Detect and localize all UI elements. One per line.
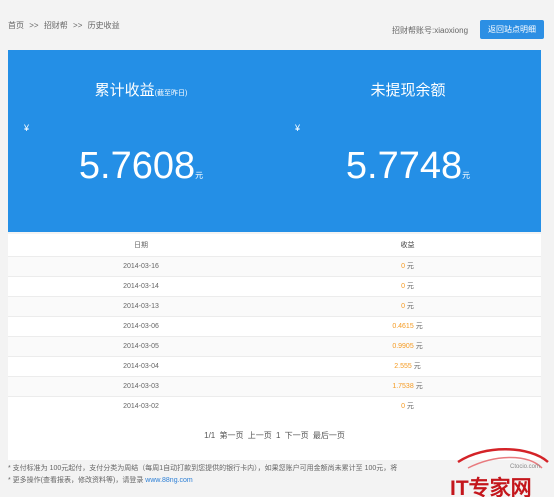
row-date: 2014-03-02	[8, 395, 274, 416]
row-income: 0 元	[274, 395, 541, 416]
breadcrumb: 首页 >> 招财帮 >> 历史收益	[8, 20, 123, 31]
breadcrumb-separator: >>	[29, 21, 39, 30]
table-row: 2014-03-14 0 元	[8, 275, 541, 296]
income-unit: 元	[413, 363, 421, 370]
cumulative-earnings-value: 5.7608	[78, 145, 196, 187]
breadcrumb-zhaocaibang[interactable]: 招财帮	[44, 21, 68, 30]
table-header-row: 日期 收益	[8, 234, 541, 256]
table-row: 2014-03-04 2.555 元	[8, 355, 541, 376]
current-page[interactable]: 1	[276, 431, 280, 440]
amount-unit: 元	[195, 171, 204, 180]
row-date: 2014-03-04	[8, 355, 274, 376]
cumulative-earnings-label: 累计收益	[94, 82, 155, 99]
breadcrumb-current: 历史收益	[87, 21, 120, 30]
income-value: 0	[401, 263, 405, 270]
income-value: 0.4615	[392, 323, 414, 330]
yuan-icon: ¥	[24, 123, 30, 133]
table-row: 2014-03-03 1.7538 元	[8, 375, 541, 396]
income-unit: 元	[406, 403, 414, 411]
row-income: 1.7538 元	[274, 375, 541, 396]
row-date: 2014-03-03	[8, 375, 274, 396]
income-value: 0	[401, 283, 405, 290]
row-date: 2014-03-16	[8, 255, 274, 276]
unwithdrawn-balance-amount: 5.7748元	[275, 145, 541, 188]
first-page-link[interactable]: 第一页	[219, 431, 243, 440]
prev-page-link[interactable]: 上一页	[248, 431, 272, 440]
income-unit: 元	[415, 323, 423, 330]
row-income: 2.555 元	[274, 355, 541, 376]
cumulative-earnings-amount: 5.7608元	[8, 145, 274, 188]
row-income: 0.4615 元	[274, 315, 541, 336]
last-page-link[interactable]: 最后一页	[313, 431, 345, 440]
income-unit: 元	[406, 263, 414, 270]
income-value: 2.555	[394, 363, 412, 370]
unwithdrawn-balance-title: 未提现余额	[370, 82, 446, 99]
back-to-site-details-button[interactable]: 返回站点明细	[480, 20, 544, 39]
table-row: 2014-03-02 0 元	[8, 395, 541, 416]
breadcrumb-separator: >>	[73, 21, 83, 30]
income-value: 0.9905	[392, 343, 414, 350]
earnings-history-table: 日期 收益 2014-03-16 0 元 2014-03-14 0 元 2014…	[8, 234, 541, 460]
row-income: 0 元	[274, 275, 541, 296]
income-unit: 元	[415, 343, 423, 350]
row-income: 0 元	[274, 255, 541, 276]
income-value: 0	[401, 303, 405, 310]
site-link[interactable]: www.88ng.com	[145, 477, 192, 484]
account-label: 招财帮账号:xiaoxiong	[392, 26, 469, 35]
amount-unit: 元	[462, 171, 471, 180]
income-unit: 元	[415, 383, 423, 390]
row-income: 0 元	[274, 295, 541, 316]
date-column-header: 日期	[134, 241, 148, 249]
watermark-logo: Ctocio.com IT专家网	[430, 438, 554, 497]
cumulative-earnings-panel: 累计收益(截至昨日) ¥ 5.7608元	[8, 50, 274, 232]
row-income: 0.9905 元	[274, 335, 541, 356]
cumulative-earnings-title: 累计收益(截至昨日)	[8, 79, 274, 100]
table-row: 2014-03-16 0 元	[8, 255, 541, 276]
yuan-icon: ¥	[295, 123, 301, 133]
table-row: 2014-03-13 0 元	[8, 295, 541, 316]
row-date: 2014-03-14	[8, 275, 274, 296]
watermark-sub: Ctocio.com	[510, 464, 541, 470]
unwithdrawn-balance-panel: 未提现余额 ¥ 5.7748元	[275, 50, 541, 232]
unwithdrawn-balance-value: 5.7748	[345, 145, 463, 187]
earnings-summary: 累计收益(截至昨日) ¥ 5.7608元 未提现余额 ¥ 5.7748元	[8, 50, 541, 232]
income-unit: 元	[406, 303, 414, 310]
as-of-yesterday-note: (截至昨日)	[154, 90, 188, 97]
top-bar: 首页 >> 招财帮 >> 历史收益 招财帮账号:xiaoxiong 返回站点明细	[0, 0, 554, 48]
watermark-text: IT专家网	[450, 477, 532, 497]
page-info: 1/1	[204, 431, 216, 440]
row-date: 2014-03-13	[8, 295, 274, 316]
income-column-header: 收益	[400, 241, 415, 249]
income-value: 0	[401, 403, 405, 411]
breadcrumb-home[interactable]: 首页	[8, 21, 24, 30]
row-date: 2014-03-06	[8, 315, 274, 336]
next-page-link[interactable]: 下一页	[285, 431, 309, 440]
row-date: 2014-03-05	[8, 335, 274, 356]
income-unit: 元	[406, 283, 414, 290]
more-actions-text: * 更多操作(查看报表，修改资料等)，请登录	[8, 477, 144, 484]
table-row: 2014-03-05 0.9905 元	[8, 335, 541, 356]
table-row: 2014-03-06 0.4615 元	[8, 315, 541, 336]
income-value: 1.7538	[392, 383, 414, 390]
